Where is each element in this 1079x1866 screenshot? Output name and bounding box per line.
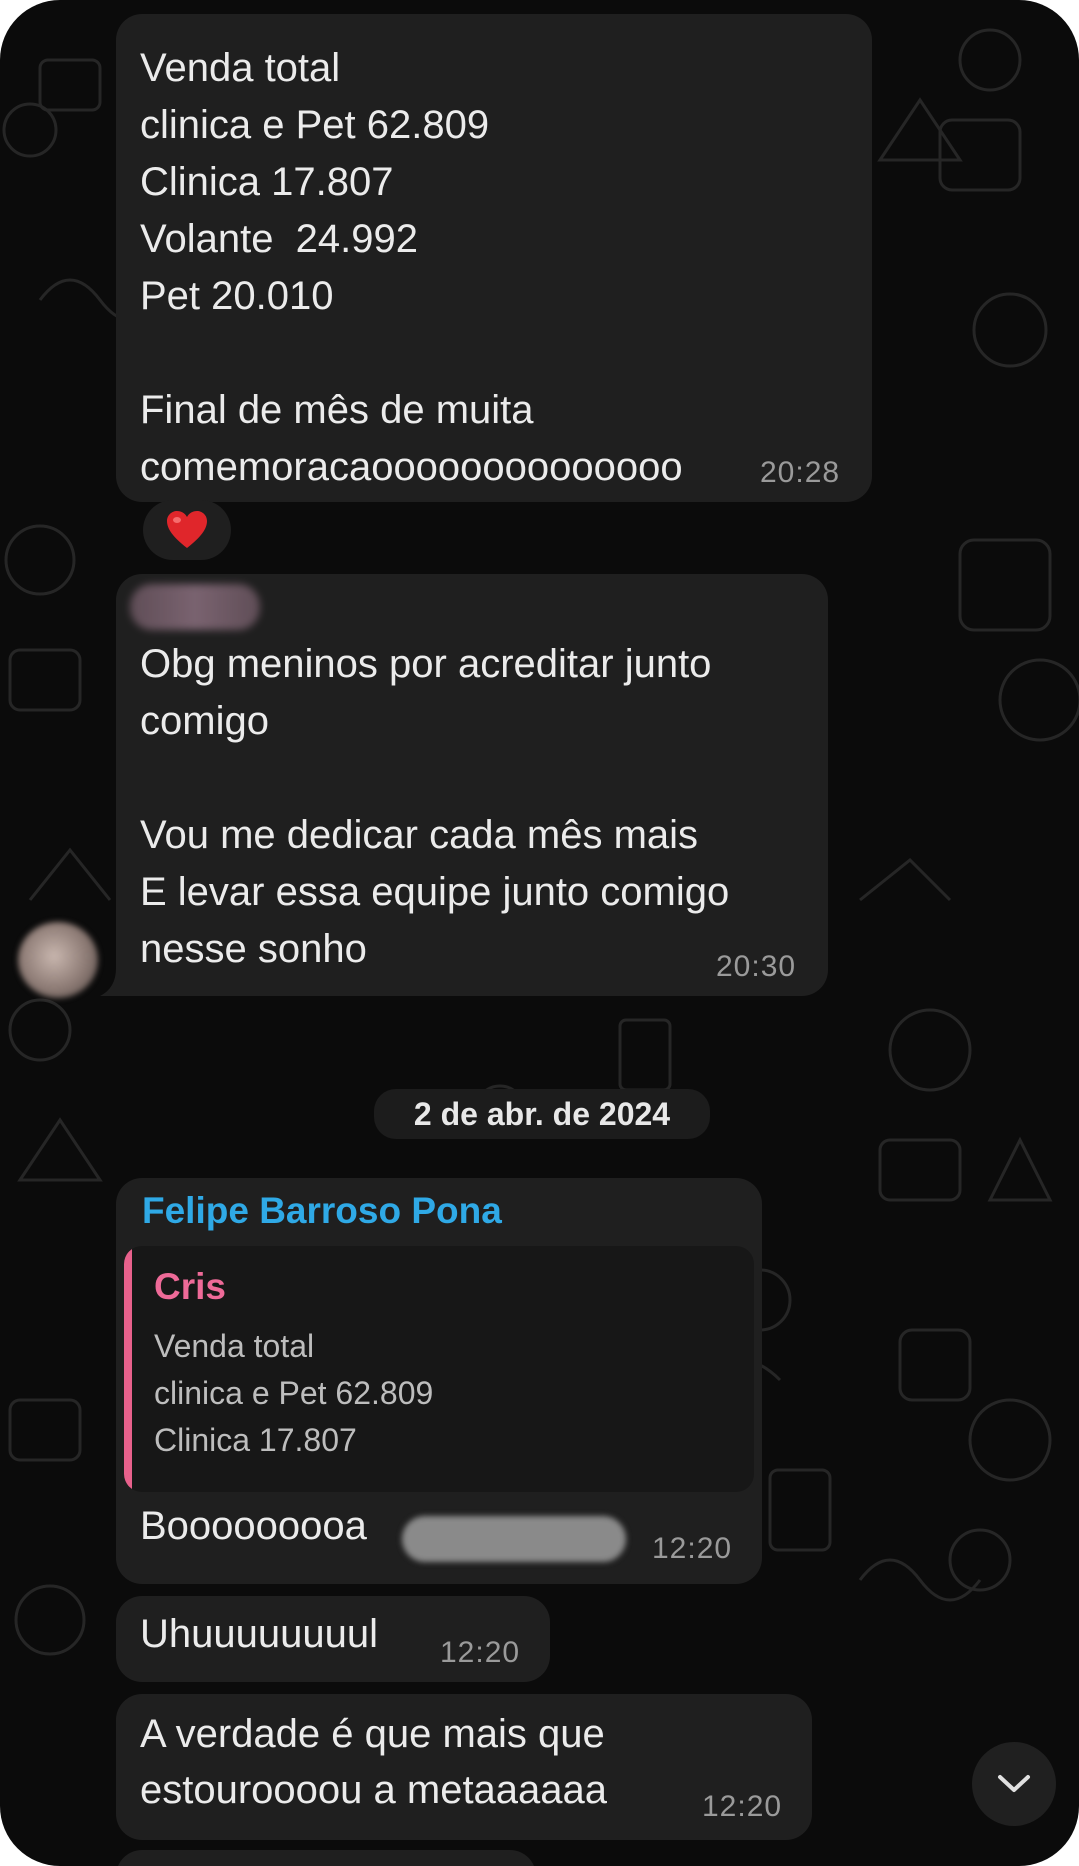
message-text-line: Volante 24.992: [140, 217, 419, 261]
quoted-text-line: Venda total: [154, 1328, 315, 1364]
avatar[interactable]: [18, 922, 98, 998]
quoted-text-line: Clinica 17.807: [154, 1422, 357, 1458]
message-text-line: Venda total: [140, 46, 341, 90]
message-text-line: Clinica 17.807: [140, 160, 394, 204]
message-timestamp: 12:20: [652, 1532, 733, 1565]
message-bubble[interactable]: Uhuuuuuuuul 12:20: [116, 1596, 550, 1682]
message-text-line: comemoracaoooooooooooooo: [140, 445, 683, 489]
message-bubble[interactable]: Felipe Barroso Pona Cris Venda total cli…: [116, 1178, 762, 1584]
message-text-line: comigo: [140, 699, 269, 743]
message-timestamp: 12:20: [702, 1790, 783, 1823]
message-text-line: Booooooooa: [140, 1504, 367, 1548]
redacted-content: [402, 1516, 626, 1562]
message-text-line: E levar essa equipe junto comigo: [140, 870, 730, 914]
message-text-line: nesse sonho: [140, 927, 367, 971]
chevron-down-icon: [998, 1775, 1030, 1792]
message-bubble[interactable]: A verdade é que mais que estouroooou a m…: [116, 1694, 812, 1840]
scroll-to-bottom-button[interactable]: [972, 1742, 1056, 1826]
message-timestamp: 12:20: [440, 1636, 521, 1669]
message-text-line: Uhuuuuuuuul: [140, 1612, 378, 1656]
message-text-line: clinica e Pet 62.809: [140, 103, 490, 147]
date-separator: 2 de abr. de 2024: [374, 1089, 710, 1139]
message-reaction[interactable]: [143, 500, 231, 560]
message-text-line: estouroooou a metaaaaaa: [140, 1768, 608, 1812]
chat-screen: Venda total clinica e Pet 62.809 Clinica…: [0, 0, 1079, 1866]
message-bubble[interactable]: [116, 1850, 536, 1866]
red-heart-icon: [167, 511, 207, 548]
message-bubble[interactable]: Venda total clinica e Pet 62.809 Clinica…: [116, 14, 872, 502]
sender-name-redacted: [130, 584, 260, 630]
message-bubble[interactable]: Obg meninos por acreditar junto comigo V…: [116, 574, 828, 996]
quote-accent-bar: [124, 1246, 132, 1492]
bubble-tail: [100, 968, 124, 996]
quoted-text-line: clinica e Pet 62.809: [154, 1375, 434, 1411]
message-text-line: Pet 20.010: [140, 274, 334, 318]
quoted-author: Cris: [154, 1266, 226, 1307]
quoted-message[interactable]: Cris Venda total clinica e Pet 62.809 Cl…: [124, 1246, 754, 1492]
message-text-line: Vou me dedicar cada mês mais: [140, 813, 699, 857]
message-text-line: Obg meninos por acreditar junto: [140, 642, 712, 686]
message-timestamp: 20:30: [716, 950, 797, 983]
message-timestamp: 20:28: [760, 456, 841, 489]
sender-name[interactable]: Felipe Barroso Pona: [142, 1190, 502, 1232]
message-text-line: A verdade é que mais que: [140, 1712, 605, 1756]
message-text-line: Final de mês de muita: [140, 388, 534, 432]
